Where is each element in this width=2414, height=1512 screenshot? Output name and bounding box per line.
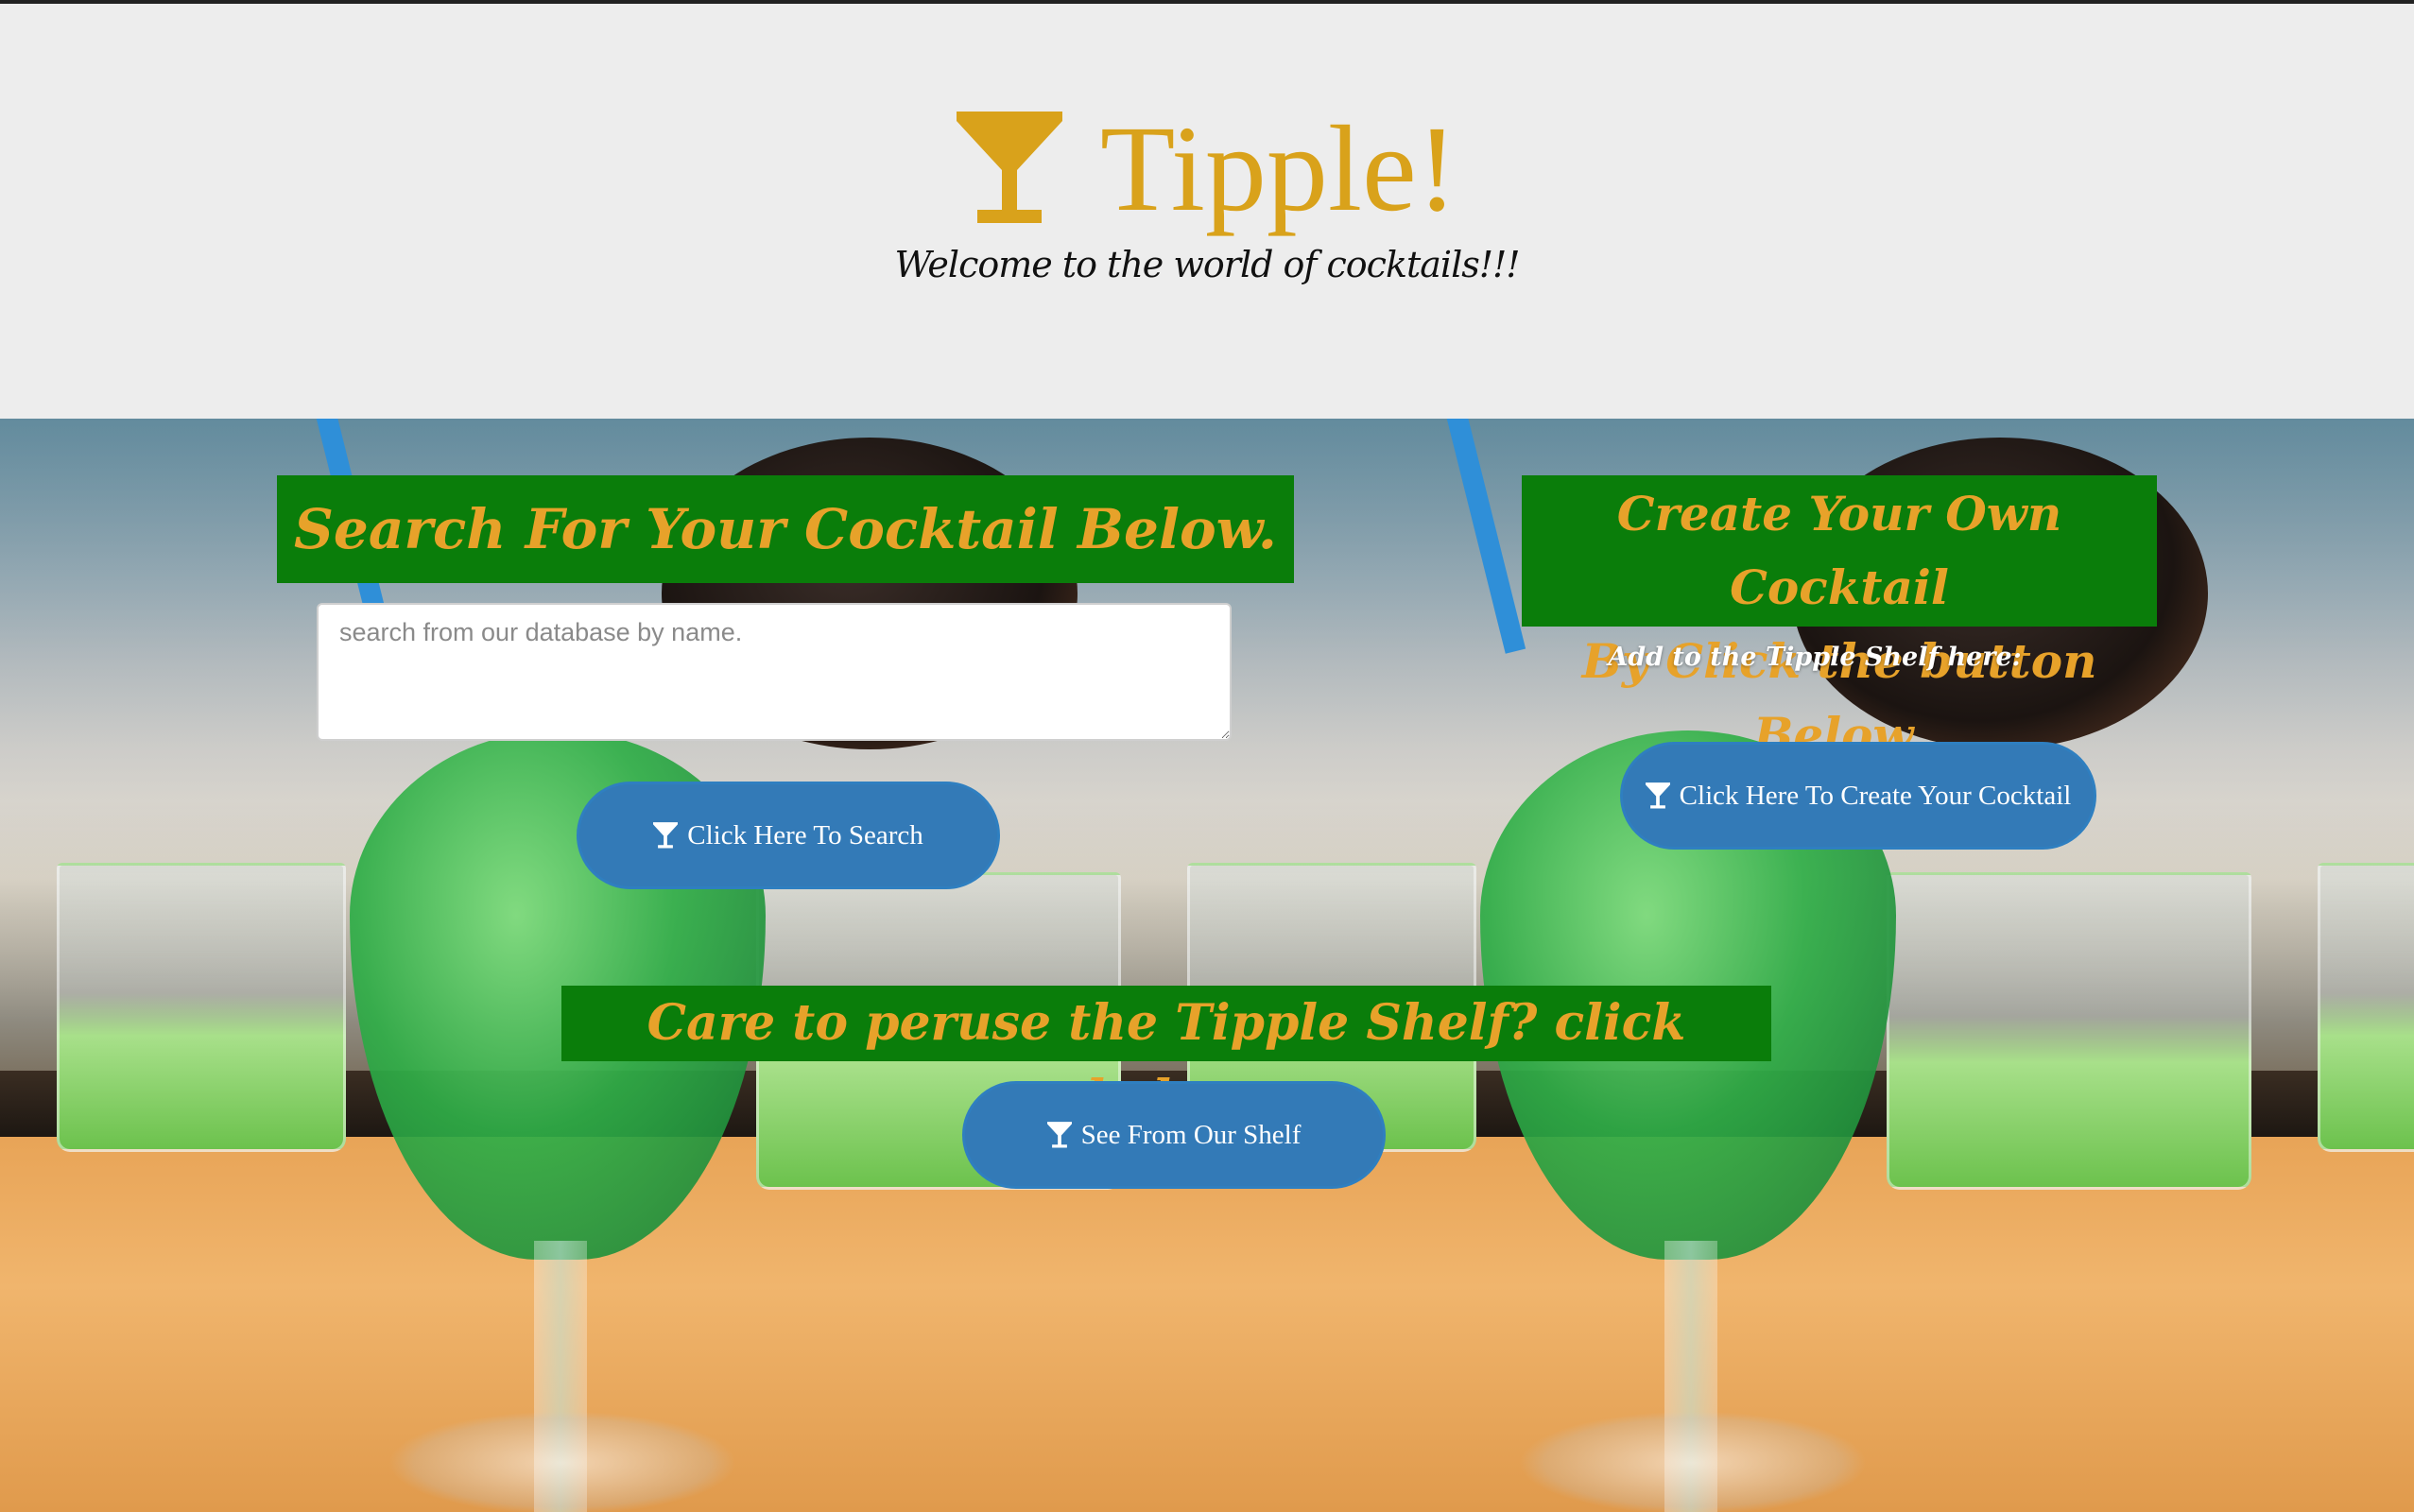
background-tile	[2261, 419, 2414, 1512]
see-shelf-button[interactable]: See From Our Shelf	[962, 1081, 1386, 1189]
brand: Tipple!	[0, 98, 2414, 240]
cocktail-glass-icon	[653, 822, 679, 849]
create-hint: Add to the Tipple Shelf here:	[1608, 643, 2022, 672]
create-cocktail-button[interactable]: Click Here To Create Your Cocktail	[1620, 742, 2096, 850]
cocktail-glass-icon	[956, 112, 1062, 223]
create-heading-line1: Create Your Own Cocktail	[1616, 486, 2062, 615]
shelf-button-label: See From Our Shelf	[1080, 1119, 1302, 1150]
create-heading: Create Your Own Cocktail By Click the bu…	[1522, 475, 2157, 763]
shelf-heading: Care to peruse the Tipple Shelf? click b…	[561, 986, 1771, 1127]
search-button[interactable]: Click Here To Search	[577, 782, 1000, 889]
header-jumbotron: Tipple! Welcome to the world of cocktail…	[0, 0, 2414, 419]
search-input[interactable]	[317, 603, 1232, 741]
cocktail-glass-icon	[1046, 1122, 1072, 1148]
cocktail-glass-icon	[1645, 782, 1670, 809]
search-heading: Search For Your Cocktail Below.	[277, 475, 1294, 583]
create-button-label: Click Here To Create Your Cocktail	[1679, 780, 2072, 811]
brand-title: Tipple!	[1099, 101, 1458, 237]
tagline: Welcome to the world of cocktails!!!	[894, 244, 1520, 285]
search-button-label: Click Here To Search	[687, 819, 923, 850]
